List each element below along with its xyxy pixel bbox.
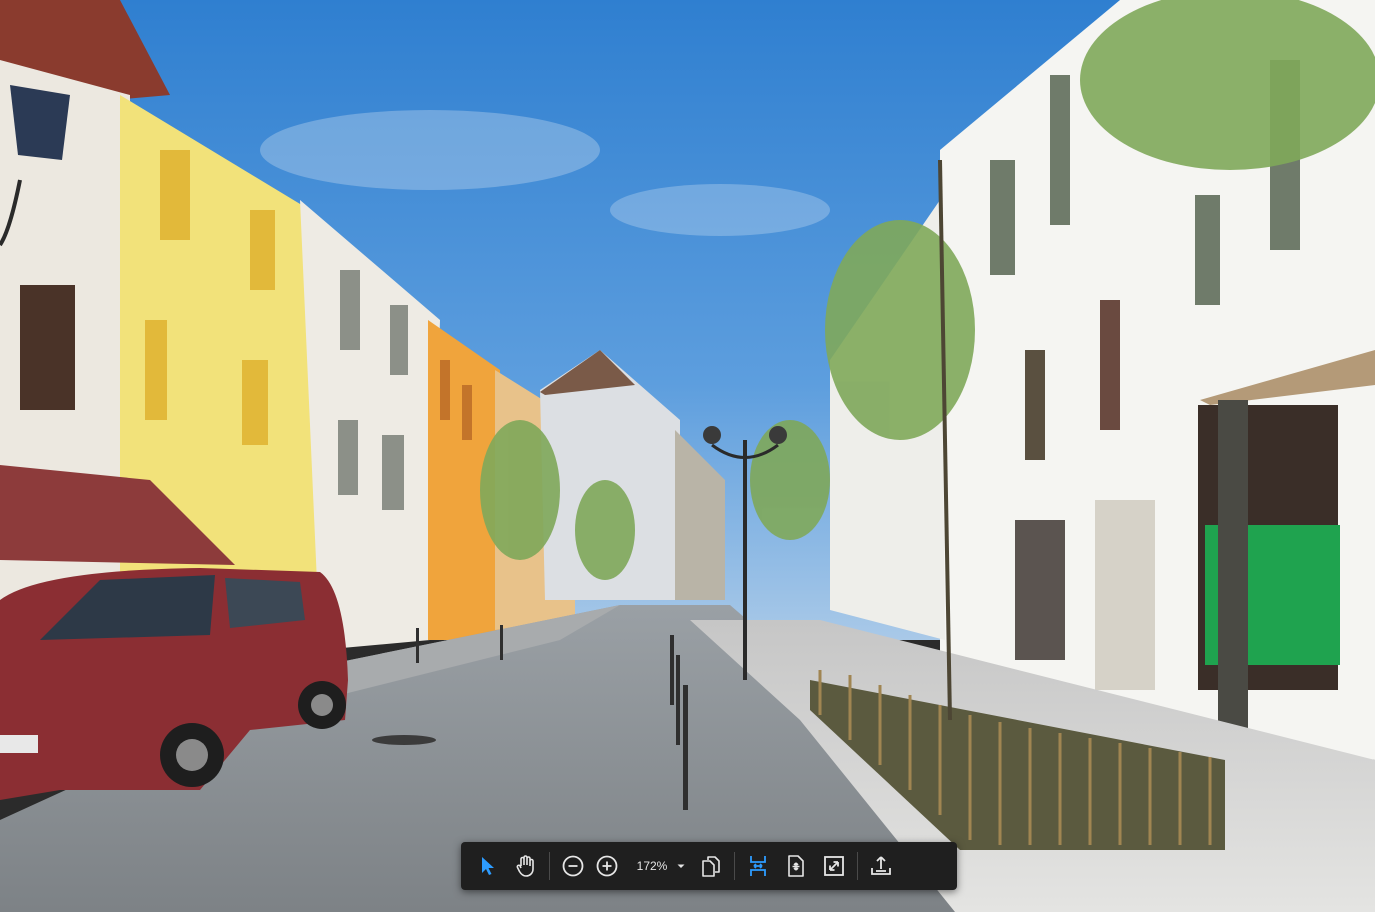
zoom-in-button[interactable] xyxy=(590,849,624,883)
plus-circle-icon xyxy=(596,855,618,877)
expand-icon xyxy=(824,856,844,876)
export-button[interactable] xyxy=(864,849,898,883)
document-viewer: 172% xyxy=(0,0,1375,912)
select-tool-button[interactable] xyxy=(471,849,505,883)
upload-icon xyxy=(871,856,891,875)
zoom-dropdown[interactable]: 172% xyxy=(624,849,694,883)
fit-page-button[interactable] xyxy=(779,849,813,883)
viewer-toolbar: 172% xyxy=(461,842,957,890)
street-photo xyxy=(0,0,1375,912)
chevron-down-icon xyxy=(677,864,685,868)
fit-width-button[interactable] xyxy=(741,849,775,883)
zoom-out-button[interactable] xyxy=(556,849,590,883)
copy-pages-icon xyxy=(702,856,720,877)
page-view-button[interactable] xyxy=(694,849,728,883)
toolbar-separator xyxy=(734,852,735,880)
hand-icon xyxy=(516,855,534,877)
toolbar-separator xyxy=(549,852,550,880)
zoom-level: 172% xyxy=(636,859,668,873)
fullscreen-button[interactable] xyxy=(817,849,851,883)
fit-width-icon xyxy=(750,856,766,876)
toolbar-separator xyxy=(857,852,858,880)
minus-circle-icon xyxy=(562,855,584,877)
fit-page-icon xyxy=(788,855,804,877)
pan-tool-button[interactable] xyxy=(509,849,543,883)
cursor-icon xyxy=(482,857,494,875)
